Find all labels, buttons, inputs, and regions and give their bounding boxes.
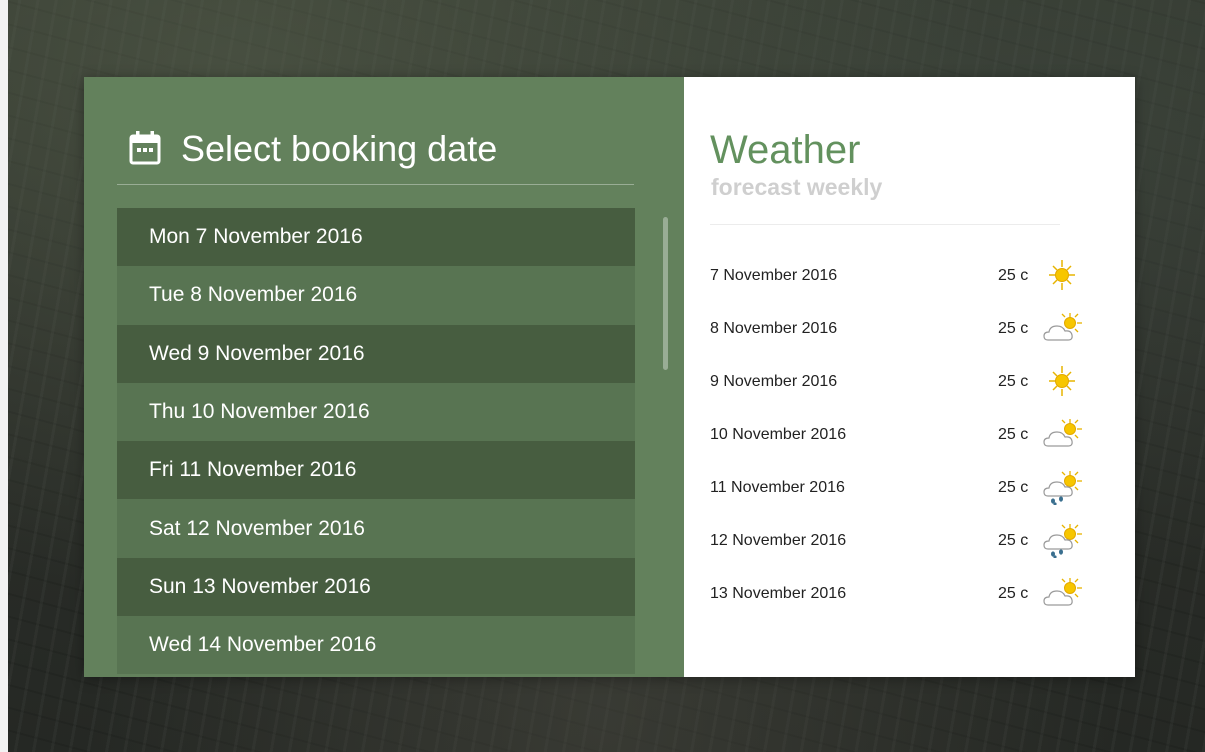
partly-cloudy-icon [1043,419,1082,447]
date-item[interactable]: Sat 12 November 2016 [117,499,635,558]
rain-sun-icon [1043,471,1082,505]
weather-panel: Weather forecast weekly 7 November 2016 … [684,77,1135,677]
weather-title: Weather [710,128,861,172]
forecast-temp: 25 c [998,425,1029,443]
forecast-date: 7 November 2016 [710,266,838,284]
forecast-row: 13 November 2016 25 c [710,567,1090,620]
booking-header: Select booking date [117,127,634,185]
date-item[interactable]: Wed 14 November 2016 [117,616,635,675]
forecast-row: 12 November 2016 25 c [710,514,1090,567]
forecast-date: 8 November 2016 [710,319,838,337]
forecast-date: 13 November 2016 [710,584,847,602]
forecast-row: 10 November 2016 25 c [710,408,1090,461]
date-item[interactable]: Fri 11 November 2016 [117,441,635,500]
forecast-date: 11 November 2016 [710,478,845,496]
partly-cloudy-icon [1043,313,1082,341]
date-item[interactable]: Mon 7 November 2016 [117,208,635,267]
forecast-temp: 25 c [998,319,1029,337]
forecast-temp: 25 c [998,372,1029,390]
weather-subtitle: forecast weekly [711,174,883,200]
partly-cloudy-icon [1043,578,1082,606]
forecast-row: 7 November 2016 25 c [710,249,1090,302]
forecast-row: 8 November 2016 25 c [710,302,1090,355]
date-item[interactable]: Wed 9 November 2016 [117,324,635,383]
forecast-temp: 25 c [998,478,1029,496]
forecast-row: 9 November 2016 25 c [710,355,1090,408]
forecast-temp: 25 c [998,266,1029,284]
forecast-date: 10 November 2016 [710,425,847,443]
date-item[interactable]: Sun 13 November 2016 [117,557,635,617]
date-list: Mon 7 November 2016 Tue 8 November 2016 … [117,208,635,675]
date-item[interactable]: Thu 10 November 2016 [117,382,635,442]
forecast-temp: 25 c [998,531,1029,549]
forecast-row: 11 November 2016 25 c [710,461,1090,514]
forecast-date: 12 November 2016 [710,531,847,549]
booking-panel: Select booking date Mon 7 November 2016 … [84,77,684,677]
rain-sun-icon [1043,524,1082,558]
forecast-date: 9 November 2016 [710,372,838,390]
page-edge [0,0,8,752]
forecast-temp: 25 c [998,584,1029,602]
weather-divider [710,224,1060,225]
sunny-icon [1049,366,1075,396]
sunny-icon [1049,260,1075,290]
booking-title: Select booking date [181,128,498,169]
booking-card: Select booking date Mon 7 November 2016 … [84,77,1135,677]
date-list-scrollbar[interactable] [663,217,668,370]
date-item[interactable]: Tue 8 November 2016 [117,266,635,325]
calendar-icon [129,131,161,165]
forecast-list: 7 November 2016 25 c 8 November 2016 25 … [710,249,1090,620]
